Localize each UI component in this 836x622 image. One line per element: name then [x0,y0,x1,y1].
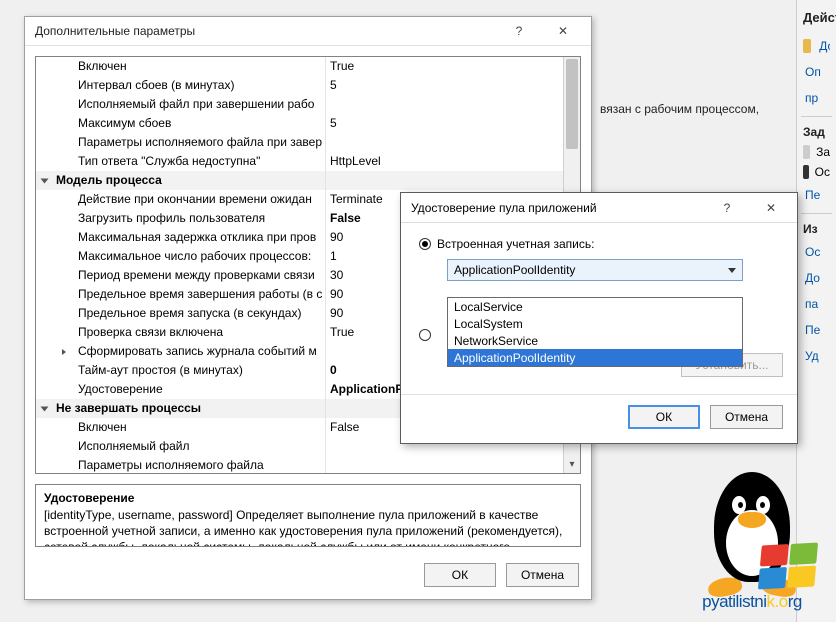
property-label: Включен [78,57,326,76]
actions-item[interactable]: Ос [801,162,832,182]
actions-link[interactable]: До [801,265,832,291]
cancel-button[interactable]: Отмена [506,563,579,587]
link-text: Оп [803,62,823,82]
close-button[interactable]: ✕ [541,17,585,45]
property-label: Параметры исполняемого файла [78,456,326,474]
identity-combobox[interactable]: ApplicationPoolIdentity [447,259,743,281]
property-label: Удостоверение [78,380,326,399]
link-text: Пе [803,185,822,205]
property-label: Проверка связи включена [78,323,326,342]
link-text: па [803,294,820,314]
property-row[interactable]: Параметры исполняемого файла [36,456,563,474]
property-label: Период времени между проверками связи [78,266,326,285]
property-label: Исполняемый файл при завершении рабо [78,95,326,114]
link-text: До [803,268,822,288]
description-body: [identityType, username, password] Опред… [44,507,572,547]
link-text: Уд [803,346,821,366]
dropdown-option[interactable]: NetworkService [448,332,742,349]
scroll-thumb[interactable] [566,59,578,149]
property-label: Интервал сбоев (в минутах) [78,76,326,95]
actions-link[interactable]: па [801,291,832,317]
link-text: пр [803,88,820,108]
link-icon [803,39,811,53]
builtin-account-label: Встроенная учетная запись: [437,237,594,251]
property-label: Включен [78,418,326,437]
cancel-button[interactable]: Отмена [710,405,783,429]
property-row[interactable]: Параметры исполняемого файла при завер [36,133,563,152]
dialog-title: Дополнительные параметры [35,24,497,38]
property-label: Сформировать запись журнала событий м [78,342,326,361]
windows-flag-icon [758,543,818,590]
tux-icon [692,466,812,596]
property-label: Загрузить профиль пользователя [78,209,326,228]
item-icon [803,145,810,159]
dropdown-option[interactable]: LocalService [448,298,742,315]
help-button[interactable]: ? [497,17,541,45]
property-row[interactable]: ВключенTrue [36,57,563,76]
property-label: Исполняемый файл [78,437,326,456]
actions-heading: Зад [801,122,832,142]
identity-dropdown-list[interactable]: LocalServiceLocalSystemNetworkServiceApp… [447,297,743,367]
scroll-down-icon[interactable]: ▾ [564,456,580,473]
actions-link[interactable]: Ос [801,239,832,265]
actions-item[interactable]: За [801,142,832,162]
property-row[interactable]: Исполняемый файл при завершении рабо [36,95,563,114]
category-row[interactable]: Модель процесса [36,171,563,190]
dialog-titlebar[interactable]: Удостоверение пула приложений ? ✕ [401,193,797,223]
actions-link[interactable]: Оп [801,59,832,85]
dropdown-option[interactable]: ApplicationPoolIdentity [448,349,742,366]
ok-button[interactable]: ОК [628,405,700,429]
property-label: Предельное время запуска (в секундах) [78,304,326,323]
property-label: Максимальное число рабочих процессов: [78,247,326,266]
property-label: Тайм-аут простоя (в минутах) [78,361,326,380]
property-value[interactable]: 5 [326,76,563,95]
dialog-title: Удостоверение пула приложений [411,201,705,215]
actions-link[interactable]: Пе [801,317,832,343]
property-label: Тип ответа "Служба недоступна" [78,152,326,171]
help-button[interactable]: ? [705,194,749,222]
actions-link[interactable]: До [801,33,832,59]
description-panel: Удостоверение [identityType, username, p… [35,484,581,547]
actions-link[interactable]: Пе [801,182,832,208]
builtin-account-radio[interactable] [419,238,431,250]
separator [801,116,832,117]
property-label: Параметры исполняемого файла при завер [78,133,326,152]
item-text: За [816,145,830,159]
property-label: Действие при окончании времени ожидан [78,190,326,209]
actions-heading: Из [801,219,832,239]
link-text: До [817,36,830,56]
identity-dialog: Удостоверение пула приложений ? ✕ Встрое… [400,192,798,444]
property-row[interactable]: Тип ответа "Служба недоступна"HttpLevel [36,152,563,171]
actions-link[interactable]: пр [801,85,832,111]
property-label: Предельное время завершения работы (в с [78,285,326,304]
actions-link[interactable]: Уд [801,343,832,369]
link-text: Пе [803,320,822,340]
property-label: Максимум сбоев [78,114,326,133]
background-text: вязан с рабочим процессом, [600,102,759,116]
actions-pane-title: Дейст [801,6,832,33]
item-text: Ос [815,165,830,179]
custom-account-radio[interactable] [419,329,431,341]
property-row[interactable]: Интервал сбоев (в минутах)5 [36,76,563,95]
separator [801,213,832,214]
property-value[interactable]: True [326,57,563,76]
ok-button[interactable]: ОК [424,563,496,587]
property-row[interactable]: Максимум сбоев5 [36,114,563,133]
close-button[interactable]: ✕ [749,194,793,222]
description-title: Удостоверение [44,491,572,505]
combobox-value: ApplicationPoolIdentity [454,263,575,277]
link-text: Ос [803,242,822,262]
property-value[interactable]: HttpLevel [326,152,563,171]
property-value[interactable]: 5 [326,114,563,133]
item-icon [803,165,809,179]
dropdown-option[interactable]: LocalSystem [448,315,742,332]
watermark-logo: pyatilistnik.org [692,466,812,612]
property-label: Максимальная задержка отклика при пров [78,228,326,247]
dialog-titlebar[interactable]: Дополнительные параметры ? ✕ [25,17,591,46]
